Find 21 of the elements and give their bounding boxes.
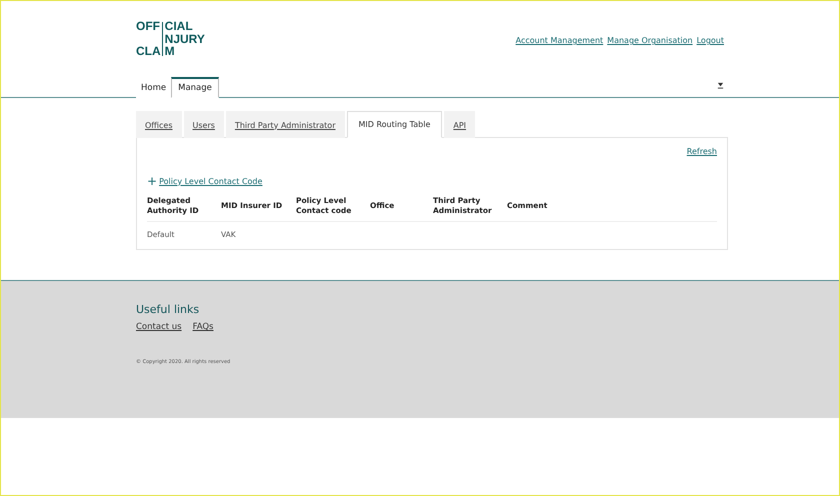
footer-link[interactable]: Contact us [136,322,182,332]
logo-text: M [164,45,176,58]
footer-heading: Useful links [136,303,200,316]
tab[interactable]: Offices [136,111,182,138]
header-link[interactable]: Account Management [516,36,604,72]
add-link[interactable]: Policy Level Contact Code [159,176,262,186]
logo-text: CLA [136,45,161,58]
tab[interactable]: API [444,111,476,138]
tab[interactable]: MID Routing Table [346,111,442,138]
download-icon[interactable] [717,82,724,89]
footer-link[interactable]: FAQs [192,322,214,332]
logo-text: OFF [136,20,161,32]
logo-text: NJURY [164,32,205,45]
plus-icon[interactable]: + [147,176,158,186]
logo-text: CIAL [164,20,194,32]
header-link[interactable]: Manage Organisation [607,36,693,72]
header-link[interactable]: Logout [696,36,724,72]
tab[interactable]: Users [184,111,224,138]
refresh-link[interactable]: Refresh [686,147,717,156]
nav-tab[interactable]: Manage [171,77,219,98]
tab[interactable]: Third Party Administrator [226,111,344,138]
